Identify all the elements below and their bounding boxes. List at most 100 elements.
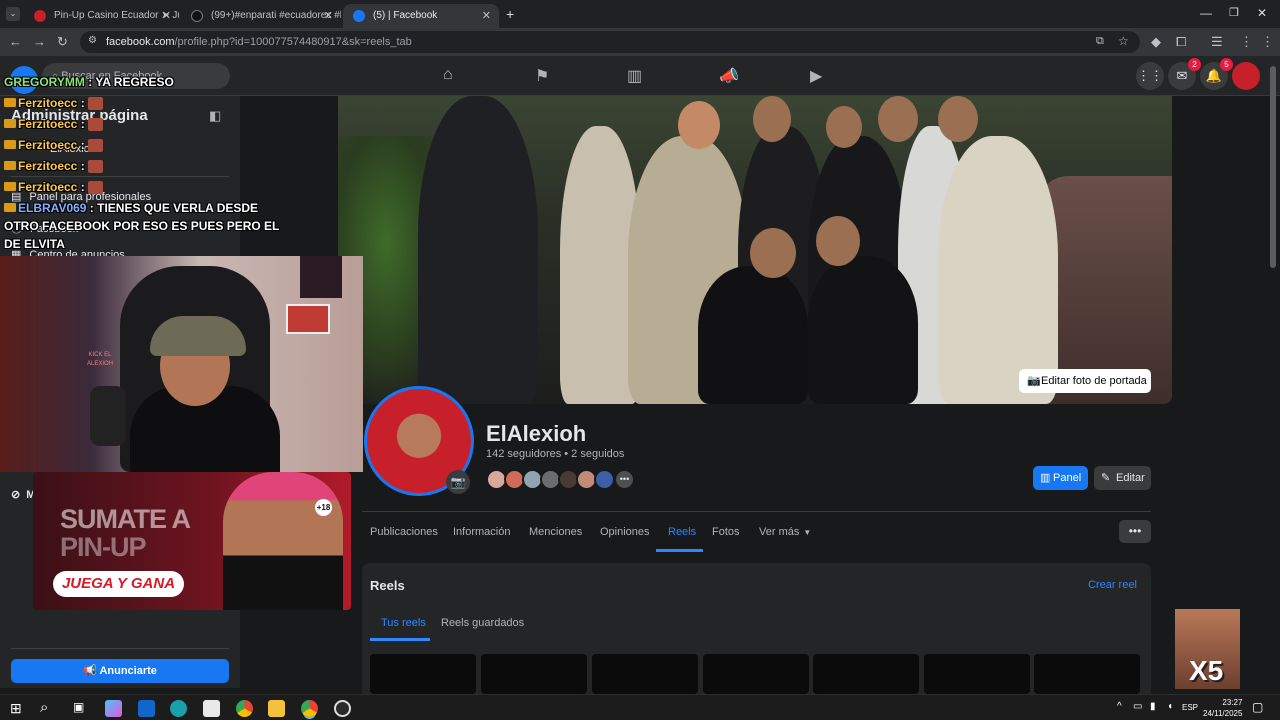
cover-photo[interactable]: [338, 96, 1172, 404]
emote-icon: [87, 97, 103, 111]
tab-mentions[interactable]: Menciones: [529, 526, 582, 538]
browser-tab-facebook[interactable]: (5) | Facebook ✕: [343, 4, 499, 28]
close-tab-icon[interactable]: ✕: [162, 9, 171, 22]
pinup-promo-overlay: SUMATE A PIN-UP JUEGA Y GANA +18: [33, 472, 351, 610]
chart-icon: ▥: [1040, 472, 1051, 484]
notification-center-icon[interactable]: ▢: [1252, 700, 1263, 714]
reel-thumbnail[interactable]: [924, 654, 1030, 694]
insights-chart-icon[interactable]: ▥: [627, 66, 642, 86]
cover-face: [938, 96, 978, 142]
close-tab-icon[interactable]: ✕: [482, 9, 491, 22]
menu-grid-button[interactable]: ⋮⋮: [1136, 62, 1164, 90]
pages-flag-icon[interactable]: ⚑: [535, 66, 549, 86]
tab-about[interactable]: Información: [453, 526, 510, 538]
obs-recording-icon[interactable]: [334, 700, 351, 717]
extensions-puzzle-icon[interactable]: ⧠: [1176, 34, 1186, 50]
promo-person: [223, 472, 343, 610]
messenger-button[interactable]: ✉ 2: [1168, 58, 1201, 90]
chat-username: Ferzitoecc: [18, 159, 78, 173]
tray-battery-icon[interactable]: ▮: [1150, 701, 1156, 712]
update-profile-picture-button[interactable]: 📷: [446, 470, 470, 494]
cover-person: [698, 266, 808, 404]
edge-icon[interactable]: [170, 700, 187, 717]
meta-icon: ⊘: [11, 489, 21, 501]
browser-menu-icon[interactable]: ⋮: [1240, 34, 1253, 50]
more-followers-button[interactable]: •••: [614, 469, 635, 490]
create-reel-link[interactable]: Crear reel: [1088, 579, 1137, 591]
tab-see-more[interactable]: Ver más ▼: [759, 526, 811, 538]
tab-search-icon[interactable]: ⌄: [6, 7, 20, 21]
tray-network-icon[interactable]: ▭: [1133, 701, 1142, 712]
grid-icon: ⋮⋮: [1137, 68, 1163, 83]
account-avatar[interactable]: [1232, 62, 1260, 90]
forward-arrow-icon[interactable]: →: [33, 34, 46, 49]
restore-window-icon[interactable]: ❐: [1229, 6, 1239, 19]
reel-thumbnail[interactable]: [592, 654, 698, 694]
reel-thumbnail[interactable]: [481, 654, 587, 694]
profile-follow-stats[interactable]: 142 seguidores • 2 seguidos: [486, 448, 624, 460]
chat-username: ELBRAV069: [18, 201, 87, 215]
reel-thumbnail[interactable]: [813, 654, 919, 694]
windows-start-icon[interactable]: ⊞: [10, 700, 22, 717]
messenger-icon: ✉: [1176, 68, 1188, 83]
chat-text: TIENES QUE VERLA DESDE: [97, 201, 259, 215]
chrome-active-icon[interactable]: [301, 700, 318, 717]
notifications-button[interactable]: 🔔 5: [1200, 58, 1233, 90]
bookmark-star-icon[interactable]: ☆: [1118, 34, 1129, 48]
tab-reels[interactable]: Reels: [668, 526, 696, 538]
crown-badge-icon: [4, 182, 16, 191]
tray-volume-icon[interactable]: ◖: [1167, 701, 1173, 712]
reading-list-icon[interactable]: ☰: [1211, 34, 1223, 50]
chat-text: YA REGRESO: [95, 75, 174, 89]
promote-button[interactable]: 📢 Anunciarte: [11, 659, 229, 683]
tray-chevron-icon[interactable]: ^: [1117, 701, 1122, 712]
taskbar-clock[interactable]: 23:27 24/11/2025: [1203, 697, 1242, 719]
site-info-icon[interactable]: ⚙: [88, 35, 97, 46]
tab-photos[interactable]: Fotos: [712, 526, 740, 538]
file-explorer-icon[interactable]: [268, 700, 285, 717]
dashboard-button[interactable]: ▥ Panel: [1033, 466, 1088, 490]
follower-avatar[interactable]: [594, 469, 615, 490]
chat-username: Ferzitoecc: [18, 117, 78, 131]
tab-reviews[interactable]: Opiniones: [600, 526, 650, 538]
tab-posts[interactable]: Publicaciones: [370, 526, 438, 538]
close-window-icon[interactable]: ✕: [1257, 6, 1267, 20]
home-icon[interactable]: ⌂: [443, 66, 453, 84]
reel-thumbnail[interactable]: [370, 654, 476, 694]
reload-icon[interactable]: ↻: [57, 34, 68, 50]
tab-label: (5) | Facebook: [373, 10, 438, 21]
browser-tab-pinup[interactable]: Pin-Up Casino Ecuador ➤ Juga ✕: [24, 4, 179, 28]
subtab-saved-reels[interactable]: Reels guardados: [441, 617, 524, 629]
chat-message-continued: OTRO FACEBOOK POR ESO ES PUES PERO EL: [4, 219, 280, 233]
promo-cta: JUEGA Y GANA: [53, 571, 184, 597]
new-tab-plus-icon[interactable]: +: [506, 6, 514, 22]
minimize-window-icon[interactable]: —: [1200, 6, 1212, 20]
page-scrollbar[interactable]: [1270, 66, 1276, 268]
extension-diamond-icon[interactable]: ◆: [1151, 34, 1161, 50]
language-indicator[interactable]: ESP: [1182, 703, 1198, 712]
reel-thumbnail[interactable]: [1034, 654, 1140, 694]
chat-message-continued: DE ELVITA: [4, 237, 65, 251]
task-view-icon[interactable]: ▣: [73, 700, 84, 714]
copilot-icon[interactable]: [105, 700, 122, 717]
watch-video-icon[interactable]: ▶: [810, 66, 822, 86]
chrome-icon[interactable]: [236, 700, 253, 717]
edit-cover-photo-button[interactable]: 📷 Editar foto de portada: [1019, 369, 1151, 393]
ads-megaphone-icon[interactable]: 📣: [719, 66, 739, 86]
outlook-icon[interactable]: [138, 700, 155, 717]
browser-menu-icon[interactable]: ⋮: [1261, 34, 1274, 50]
store-icon[interactable]: [203, 700, 220, 717]
reel-thumbnail[interactable]: [703, 654, 809, 694]
back-arrow-icon[interactable]: ←: [9, 34, 22, 49]
messenger-badge: 2: [1188, 58, 1201, 71]
taskbar-search-icon[interactable]: ⌕: [40, 699, 48, 716]
subtab-your-reels[interactable]: Tus reels: [381, 617, 426, 629]
close-tab-icon[interactable]: ✕: [324, 9, 333, 22]
more-options-button[interactable]: •••: [1119, 520, 1151, 543]
webcam-neon-sign: KICK EL ALEXIOH: [86, 352, 113, 367]
browser-tab-tiktok[interactable]: (99+)#enparati #ecuadorec #ki ✕: [181, 4, 341, 28]
edit-profile-button[interactable]: ✎ Editar: [1094, 466, 1151, 490]
address-bar[interactable]: ⚙ facebook.com/profile.php?id=1000775744…: [80, 31, 1140, 53]
url-host: facebook.com: [106, 36, 175, 48]
install-app-icon[interactable]: ⧉: [1096, 35, 1104, 48]
